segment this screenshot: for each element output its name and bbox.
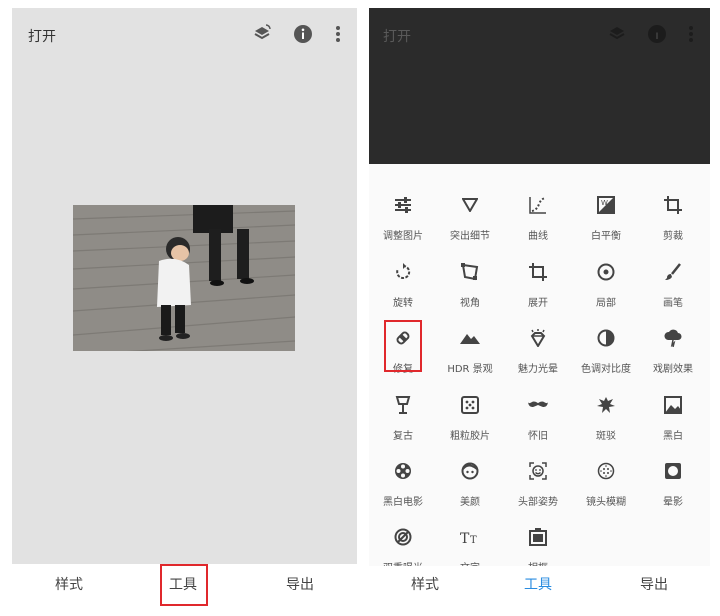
glamour-glow-icon	[528, 328, 548, 348]
tool-lens-blur[interactable]: 镜头模糊	[572, 461, 640, 521]
film-reel-icon	[393, 461, 413, 481]
grainy-film-icon	[460, 395, 480, 415]
tool-brush[interactable]: 画笔	[639, 262, 707, 322]
tool-label: 怀旧	[528, 431, 548, 442]
tool-label: 粗粒胶片	[450, 431, 490, 442]
svg-text:W: W	[601, 199, 608, 207]
tool-retrolux[interactable]: 怀旧	[504, 395, 572, 455]
open-button[interactable]: 打开	[383, 26, 411, 46]
expand-icon	[528, 262, 548, 282]
tool-label: 黑白电影	[383, 497, 423, 508]
tool-vintage[interactable]: 复古	[369, 395, 437, 455]
tool-label: 色调对比度	[581, 364, 631, 375]
tool-rotate[interactable]: 旋转	[369, 262, 437, 322]
info-icon[interactable]	[645, 22, 669, 46]
tool-label: 剪裁	[663, 231, 683, 242]
tool-label: 晕影	[663, 497, 683, 508]
tool-label: 镜头模糊	[586, 497, 626, 508]
grunge-icon	[596, 395, 616, 415]
tool-label: 局部	[596, 298, 616, 309]
tool-label: 画笔	[663, 298, 683, 309]
tool-grainy-film[interactable]: 粗粒胶片	[436, 395, 504, 455]
tonal-contrast-icon	[596, 328, 616, 348]
top-bar: 打开	[12, 8, 357, 60]
rotate-icon	[393, 262, 413, 282]
face-icon	[460, 461, 480, 481]
more-vert-icon[interactable]	[679, 22, 703, 46]
tool-label: 突出细节	[450, 231, 490, 242]
more-vert-icon[interactable]	[326, 22, 350, 46]
highlight-box-healing	[384, 320, 422, 372]
tool-vignette[interactable]: 晕影	[639, 461, 707, 521]
svg-text:T: T	[470, 535, 477, 545]
tool-label: 白平衡	[591, 231, 621, 242]
vignette-icon	[663, 461, 683, 481]
tab-styles[interactable]: 样式	[55, 574, 83, 594]
mountain-icon	[460, 328, 480, 348]
tool-hdr[interactable]: HDR 景观	[436, 328, 504, 388]
tool-glamour-glow[interactable]: 魅力光晕	[504, 328, 572, 388]
tool-curves[interactable]: 曲线	[504, 195, 572, 255]
image-area-dimmed: 打开	[369, 8, 710, 164]
tool-label: 斑驳	[596, 431, 616, 442]
triangle-icon	[460, 195, 480, 215]
tool-label: 美颜	[460, 497, 480, 508]
curves-icon	[528, 195, 548, 215]
tool-crop[interactable]: 剪裁	[639, 195, 707, 255]
layers-stack-icon[interactable]	[250, 22, 274, 46]
tool-face-enhance[interactable]: 美颜	[436, 461, 504, 521]
highlight-box-tools	[160, 564, 208, 606]
tool-head-pose[interactable]: 头部姿势	[504, 461, 572, 521]
mustache-icon	[528, 395, 548, 415]
white-balance-icon: W	[596, 195, 616, 215]
tool-label: 魅力光晕	[518, 364, 558, 375]
tool-label: 旋转	[393, 298, 413, 309]
tool-label: 复古	[393, 431, 413, 442]
head-pose-icon	[528, 461, 548, 481]
tool-black-white[interactable]: 黑白	[639, 395, 707, 455]
tool-details[interactable]: 突出细节	[436, 195, 504, 255]
open-button[interactable]: 打开	[28, 26, 56, 46]
bottom-nav: 样式 工具 导出	[369, 566, 710, 608]
right-screen: 打开 调整图片 突出细节 曲线 W 白平衡 剪裁 旋转 视角 展开 局部 画笔 …	[369, 8, 710, 608]
frame-icon	[528, 527, 548, 547]
selective-icon	[596, 262, 616, 282]
tool-noir[interactable]: 黑白电影	[369, 461, 437, 521]
brush-icon	[663, 262, 683, 282]
tab-export[interactable]: 导出	[286, 574, 314, 594]
tab-styles[interactable]: 样式	[411, 574, 439, 594]
tool-label: 黑白	[663, 431, 683, 442]
sliders-icon	[393, 195, 413, 215]
tool-perspective[interactable]: 视角	[436, 262, 504, 322]
crop-icon	[663, 195, 683, 215]
drama-cloud-icon	[663, 328, 683, 348]
tool-selective[interactable]: 局部	[572, 262, 640, 322]
lens-blur-icon	[596, 461, 616, 481]
double-exposure-icon	[393, 527, 413, 547]
vintage-lamp-icon	[393, 395, 413, 415]
left-screen: 打开 样式 工具 导出	[12, 8, 357, 608]
tool-label: HDR 景观	[447, 364, 493, 375]
tool-label: 戏剧效果	[653, 364, 693, 375]
black-white-icon	[663, 395, 683, 415]
perspective-icon	[460, 262, 480, 282]
photo-preview	[73, 205, 295, 351]
tool-drama[interactable]: 戏剧效果	[639, 328, 707, 388]
tool-white-balance[interactable]: W 白平衡	[572, 195, 640, 255]
tool-expand[interactable]: 展开	[504, 262, 572, 322]
layers-stack-icon[interactable]	[605, 22, 629, 46]
tool-tune-image[interactable]: 调整图片	[369, 195, 437, 255]
tool-label: 视角	[460, 298, 480, 309]
text-icon: TT	[460, 527, 480, 547]
info-icon[interactable]	[291, 22, 315, 46]
tool-label: 调整图片	[383, 231, 423, 242]
tool-label: 头部姿势	[518, 497, 558, 508]
tool-label: 曲线	[528, 231, 548, 242]
tool-grunge[interactable]: 斑驳	[572, 395, 640, 455]
tab-tools[interactable]: 工具	[524, 574, 552, 594]
tab-export[interactable]: 导出	[640, 574, 668, 594]
tool-label: 展开	[528, 298, 548, 309]
tool-tonal-contrast[interactable]: 色调对比度	[572, 328, 640, 388]
svg-text:T: T	[460, 531, 470, 545]
